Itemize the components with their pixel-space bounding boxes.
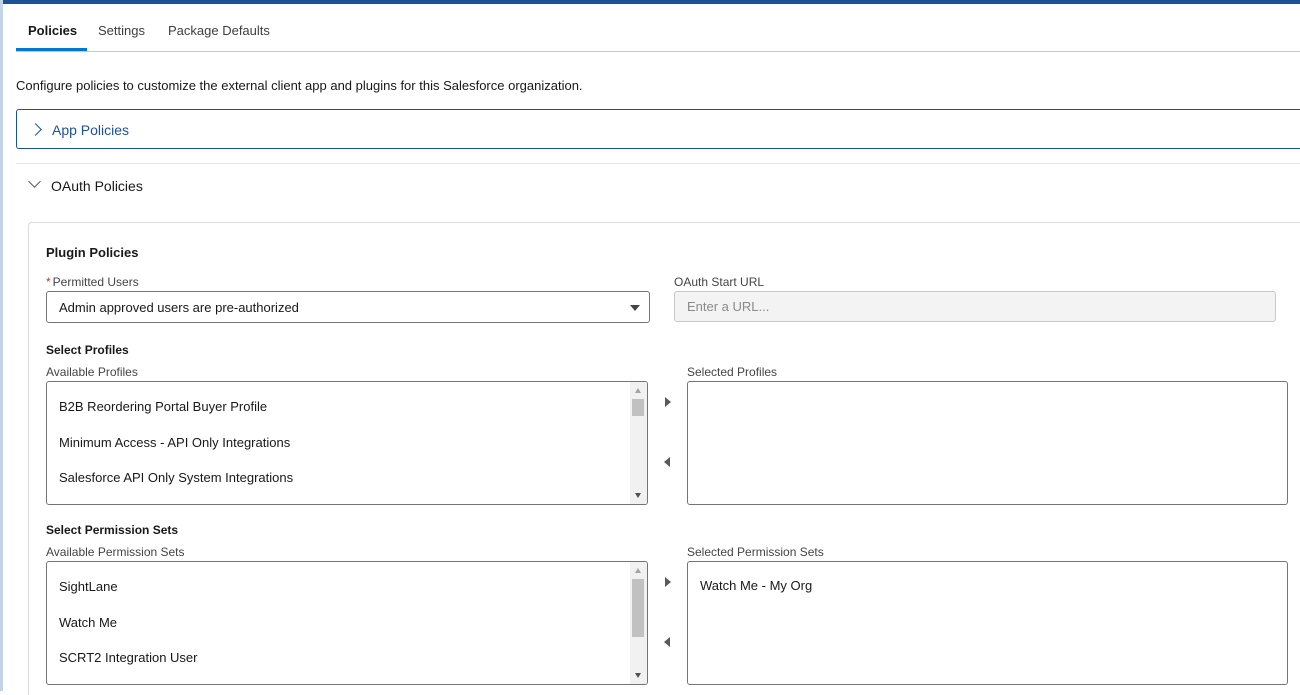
permitted-users-select[interactable]: Admin approved users are pre-authorized — [46, 291, 650, 323]
tab-settings[interactable]: Settings — [98, 23, 145, 38]
list-item[interactable]: Minimum Access - API Only Integrations — [59, 435, 290, 450]
intro-text: Configure policies to customize the exte… — [16, 78, 583, 93]
chevron-down-icon — [28, 175, 41, 188]
scroll-up-icon[interactable] — [635, 568, 641, 573]
move-right-icon — [665, 577, 671, 587]
oauth-start-url-label: OAuth Start URL — [674, 275, 765, 289]
scroll-up-icon[interactable] — [635, 388, 641, 393]
available-profiles-listbox[interactable]: B2B Reordering Portal Buyer Profile Mini… — [46, 381, 648, 505]
selected-permission-sets-label: Selected Permission Sets — [687, 545, 824, 559]
plugin-policies-card: Plugin Policies * Permitted Users Admin a… — [28, 222, 1300, 695]
dropdown-arrow-icon — [630, 305, 640, 311]
scroll-down-icon[interactable] — [635, 673, 641, 678]
move-left-icon — [664, 457, 670, 467]
active-tab-indicator — [16, 48, 87, 51]
selected-profiles-label: Selected Profiles — [687, 365, 778, 379]
list-item[interactable]: Salesforce API Only System Integrations — [59, 470, 293, 485]
select-permission-sets-title: Select Permission Sets — [46, 523, 179, 537]
available-profiles-label: Available Profiles — [46, 365, 138, 379]
policies-panel: Policies Settings Package Defaults Confi… — [3, 4, 1300, 695]
tab-policies[interactable]: Policies — [28, 23, 77, 38]
app-policies-section-header[interactable]: App Policies — [16, 109, 1300, 149]
scroll-thumb[interactable] — [632, 399, 644, 416]
list-item[interactable]: B2B Reordering Portal Buyer Profile — [59, 399, 267, 414]
permitted-users-label: * Permitted Users — [46, 275, 139, 289]
add-permission-set-button[interactable] — [661, 575, 675, 589]
list-item[interactable]: Watch Me - My Org — [700, 578, 812, 593]
section-divider — [16, 163, 1300, 164]
permitted-users-value: Admin approved users are pre-authorized — [59, 300, 299, 315]
oauth-policies-section-header[interactable]: OAuth Policies — [16, 174, 316, 198]
plugin-policies-title: Plugin Policies — [46, 245, 139, 260]
app-policies-label: App Policies — [52, 122, 130, 138]
remove-permission-set-button[interactable] — [661, 635, 675, 649]
available-permission-sets-listbox[interactable]: SightLane Watch Me SCRT2 Integration Use… — [46, 561, 648, 685]
scrollbar[interactable] — [630, 382, 647, 504]
add-profile-button[interactable] — [661, 395, 675, 409]
list-item[interactable]: SCRT2 Integration User — [59, 650, 198, 665]
tab-bar: Policies Settings Package Defaults — [16, 4, 1300, 52]
scroll-down-icon[interactable] — [635, 493, 641, 498]
available-permission-sets-label: Available Permission Sets — [46, 545, 185, 559]
oauth-policies-label: OAuth Policies — [51, 178, 143, 194]
scrollbar[interactable] — [630, 562, 647, 684]
tab-package-defaults[interactable]: Package Defaults — [168, 23, 270, 38]
list-item[interactable]: SightLane — [59, 579, 118, 594]
required-indicator: * — [46, 275, 51, 289]
move-right-icon — [665, 397, 671, 407]
move-left-icon — [664, 637, 670, 647]
select-profiles-title: Select Profiles — [46, 343, 129, 357]
list-item[interactable]: Watch Me — [59, 615, 117, 630]
chevron-right-icon — [29, 123, 42, 136]
oauth-start-url-input[interactable] — [674, 291, 1276, 322]
selected-permission-sets-listbox[interactable]: Watch Me - My Org — [687, 561, 1288, 685]
remove-profile-button[interactable] — [661, 455, 675, 469]
selected-profiles-listbox[interactable] — [687, 381, 1288, 505]
scroll-thumb[interactable] — [632, 579, 644, 637]
